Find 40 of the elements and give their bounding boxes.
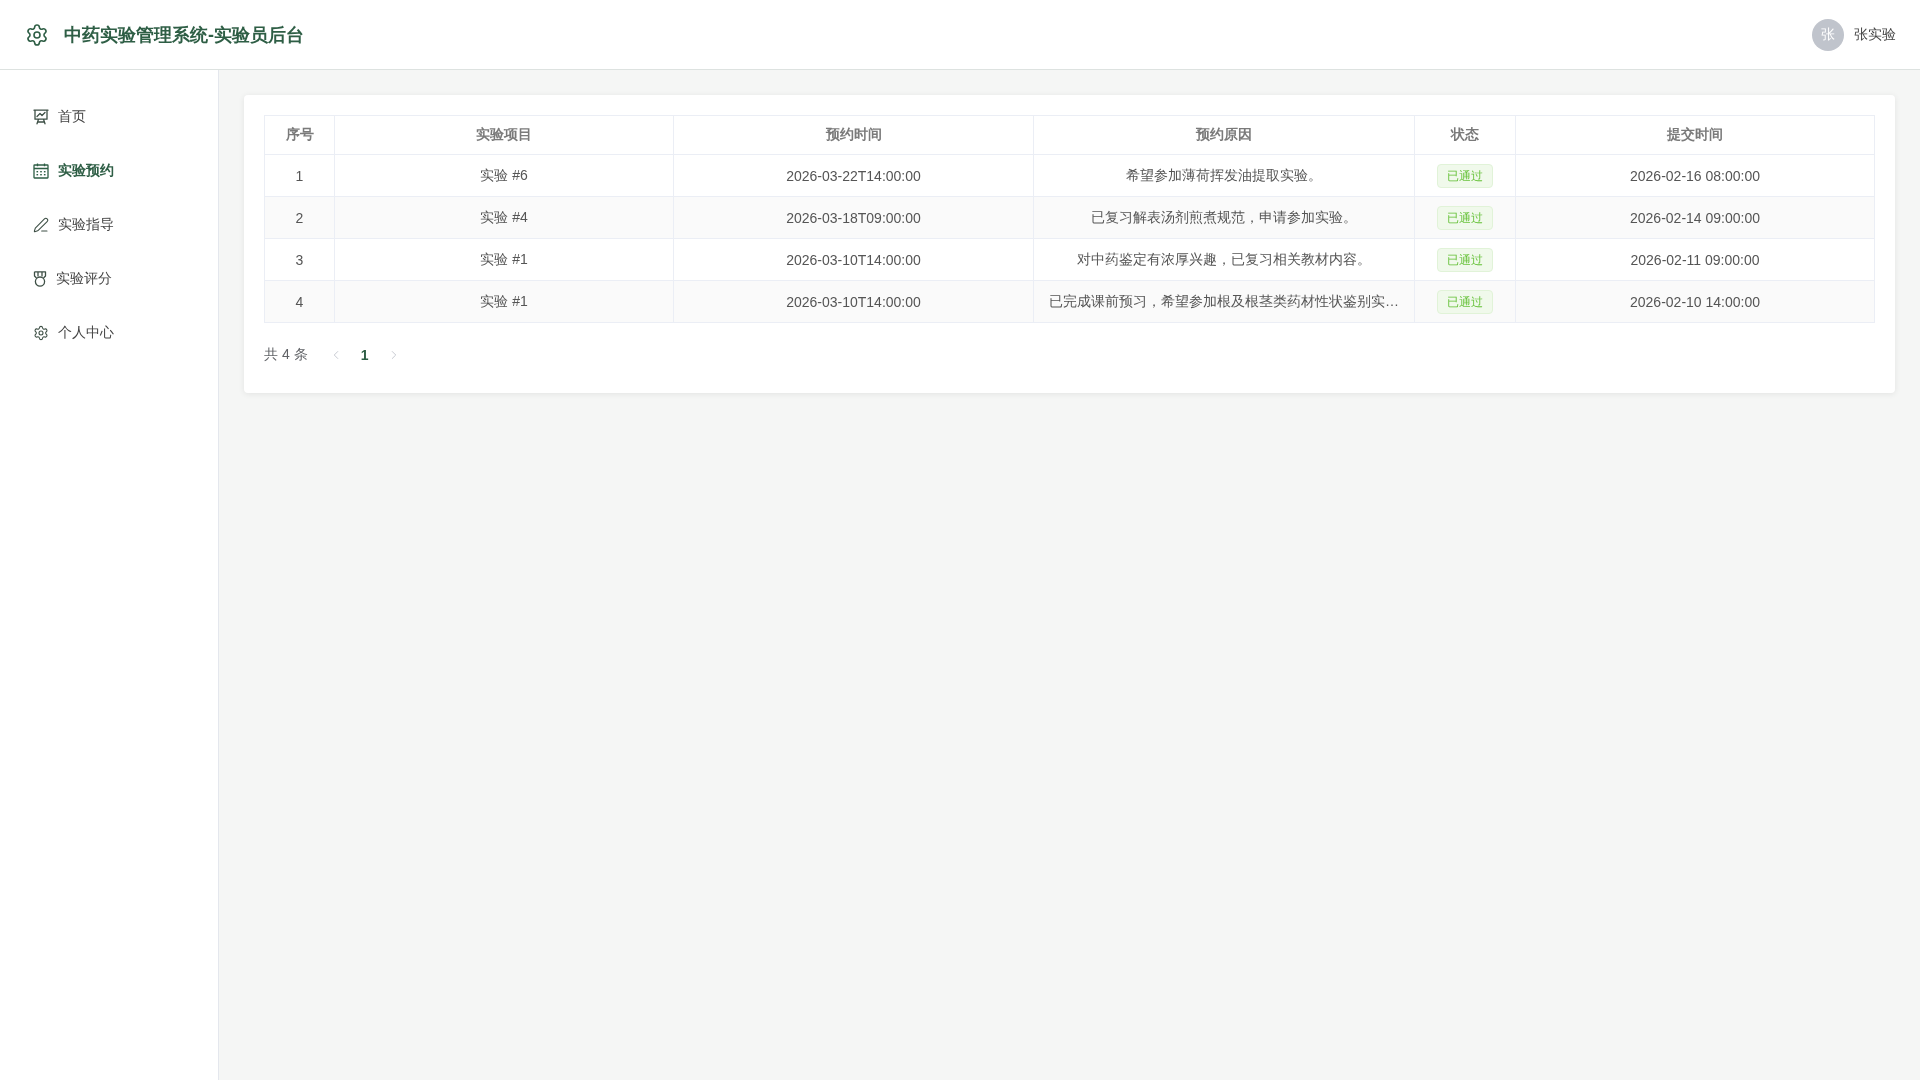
table-cell: 2026-03-10T14:00:00 bbox=[673, 280, 1034, 323]
table-cell: 希望参加薄荷挥发油提取实验。 bbox=[1033, 154, 1415, 197]
calendar-icon bbox=[33, 163, 49, 179]
table-cell: 2026-02-14 09:00:00 bbox=[1515, 196, 1875, 239]
status-tag: 已通过 bbox=[1437, 289, 1493, 314]
table-cell: 实验 #1 bbox=[334, 238, 674, 281]
status-tag: 已通过 bbox=[1437, 247, 1493, 272]
column-header: 实验项目 bbox=[334, 115, 674, 155]
column-header: 提交时间 bbox=[1515, 115, 1875, 155]
status-tag: 已通过 bbox=[1437, 163, 1493, 188]
table-cell: 1 bbox=[264, 154, 335, 197]
table-cell: 2026-02-10 14:00:00 bbox=[1515, 280, 1875, 323]
status-tag: 已通过 bbox=[1437, 205, 1493, 230]
table-cell: 已完成课前预习，希望参加根及根茎类药材性状鉴别实… bbox=[1033, 280, 1415, 323]
settings-icon bbox=[33, 325, 49, 341]
table-cell: 已复习解表汤剂煎煮规范，申请参加实验。 bbox=[1033, 196, 1415, 239]
table-cell: 实验 #4 bbox=[334, 196, 674, 239]
table-cell: 2026-02-16 08:00:00 bbox=[1515, 154, 1875, 197]
chart-board-icon bbox=[33, 109, 49, 125]
table-cell: 4 bbox=[264, 280, 335, 323]
table-cell: 实验 #1 bbox=[334, 280, 674, 323]
table-cell: 2026-03-18T09:00:00 bbox=[673, 196, 1034, 239]
medal-icon bbox=[33, 271, 47, 287]
table-cell: 2026-02-11 09:00:00 bbox=[1515, 238, 1875, 281]
table-cell: 2026-03-10T14:00:00 bbox=[673, 238, 1034, 281]
table-cell: 实验 #6 bbox=[334, 154, 674, 197]
column-header: 状态 bbox=[1414, 115, 1516, 155]
table-cell: 2 bbox=[264, 196, 335, 239]
user-name[interactable]: 张实验 bbox=[1854, 25, 1896, 44]
page-button[interactable]: 1 bbox=[349, 341, 380, 369]
column-header: 预约原因 bbox=[1033, 115, 1415, 155]
table-cell: 3 bbox=[264, 238, 335, 281]
total-count: 共 4 条 bbox=[264, 346, 308, 364]
pen-icon bbox=[33, 217, 49, 233]
table-cell: 对中药鉴定有浓厚兴趣，已复习相关教材内容。 bbox=[1033, 238, 1415, 281]
table-cell: 2026-03-22T14:00:00 bbox=[673, 154, 1034, 197]
app-title: 中药实验管理系统-实验员后台 bbox=[64, 23, 304, 47]
column-header: 预约时间 bbox=[673, 115, 1034, 155]
settings-icon bbox=[25, 22, 49, 47]
column-header: 序号 bbox=[264, 115, 335, 155]
